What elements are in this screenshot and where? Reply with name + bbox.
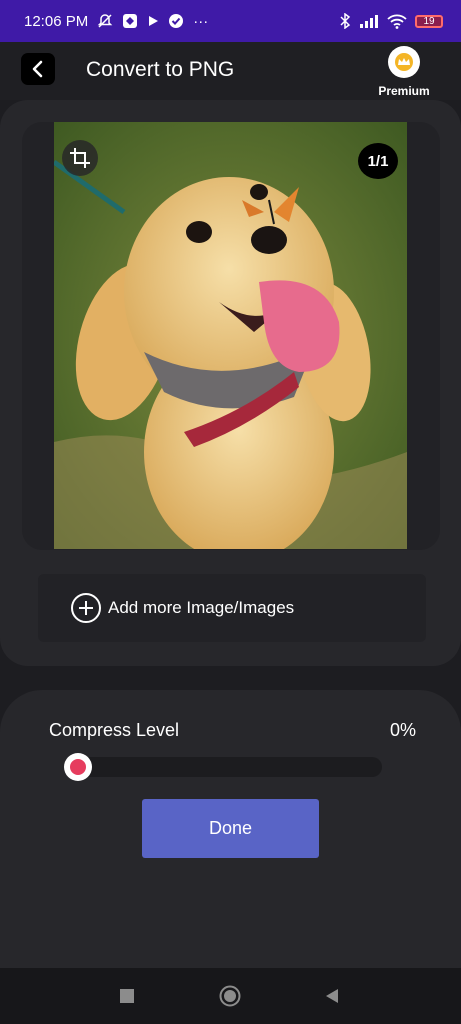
chevron-left-icon [32, 60, 43, 78]
page-title: Convert to PNG [86, 58, 235, 81]
recent-apps-button[interactable] [115, 984, 139, 1008]
crown-icon [388, 46, 420, 78]
home-circle-icon [219, 985, 241, 1007]
status-time: 12:06 PM [24, 12, 89, 30]
status-left: 12:06 PM ··· [24, 13, 208, 30]
wifi-icon [387, 14, 407, 29]
more-notifications-indicator: ··· [193, 12, 209, 30]
play-icon [147, 15, 159, 27]
add-more-label: Add more Image/Images [108, 598, 295, 617]
crop-icon [70, 148, 90, 168]
signal-icon [359, 14, 379, 28]
square-icon [120, 989, 134, 1003]
status-right: 19 [339, 13, 443, 29]
page-counter: 1/1 [358, 143, 398, 179]
compress-level-value: 0% [389, 720, 416, 740]
app-notification-icon [122, 13, 138, 29]
battery-icon: 19 [415, 14, 443, 28]
done-button[interactable]: Done [142, 799, 319, 858]
bell-off-icon [97, 13, 113, 29]
back-nav-button[interactable] [320, 984, 344, 1008]
status-bar: 12:06 PM ··· 19 [0, 0, 461, 42]
system-nav-bar [0, 968, 461, 1024]
bluetooth-icon [339, 13, 351, 29]
triangle-back-icon [326, 989, 338, 1003]
compress-slider-track[interactable] [70, 757, 382, 777]
compress-panel: Compress Level 0% Done [0, 690, 461, 990]
back-button[interactable] [21, 53, 55, 85]
check-circle-icon [168, 13, 184, 29]
compress-slider-thumb[interactable] [64, 753, 92, 781]
screen: 12:06 PM ··· 19 Convert to PNG Premium 1… [0, 0, 461, 1024]
home-button[interactable] [218, 984, 242, 1008]
plus-circle-icon [71, 593, 101, 623]
photo-preview [54, 122, 407, 549]
crop-button[interactable] [62, 140, 98, 176]
slider-thumb-dot [70, 759, 86, 775]
compress-level-label: Compress Level [49, 720, 180, 740]
app-header: Convert to PNG Premium [0, 42, 461, 100]
add-more-images-button[interactable]: Add more Image/Images [38, 574, 426, 642]
premium-button[interactable]: Premium [376, 46, 432, 98]
premium-label: Premium [378, 84, 430, 98]
